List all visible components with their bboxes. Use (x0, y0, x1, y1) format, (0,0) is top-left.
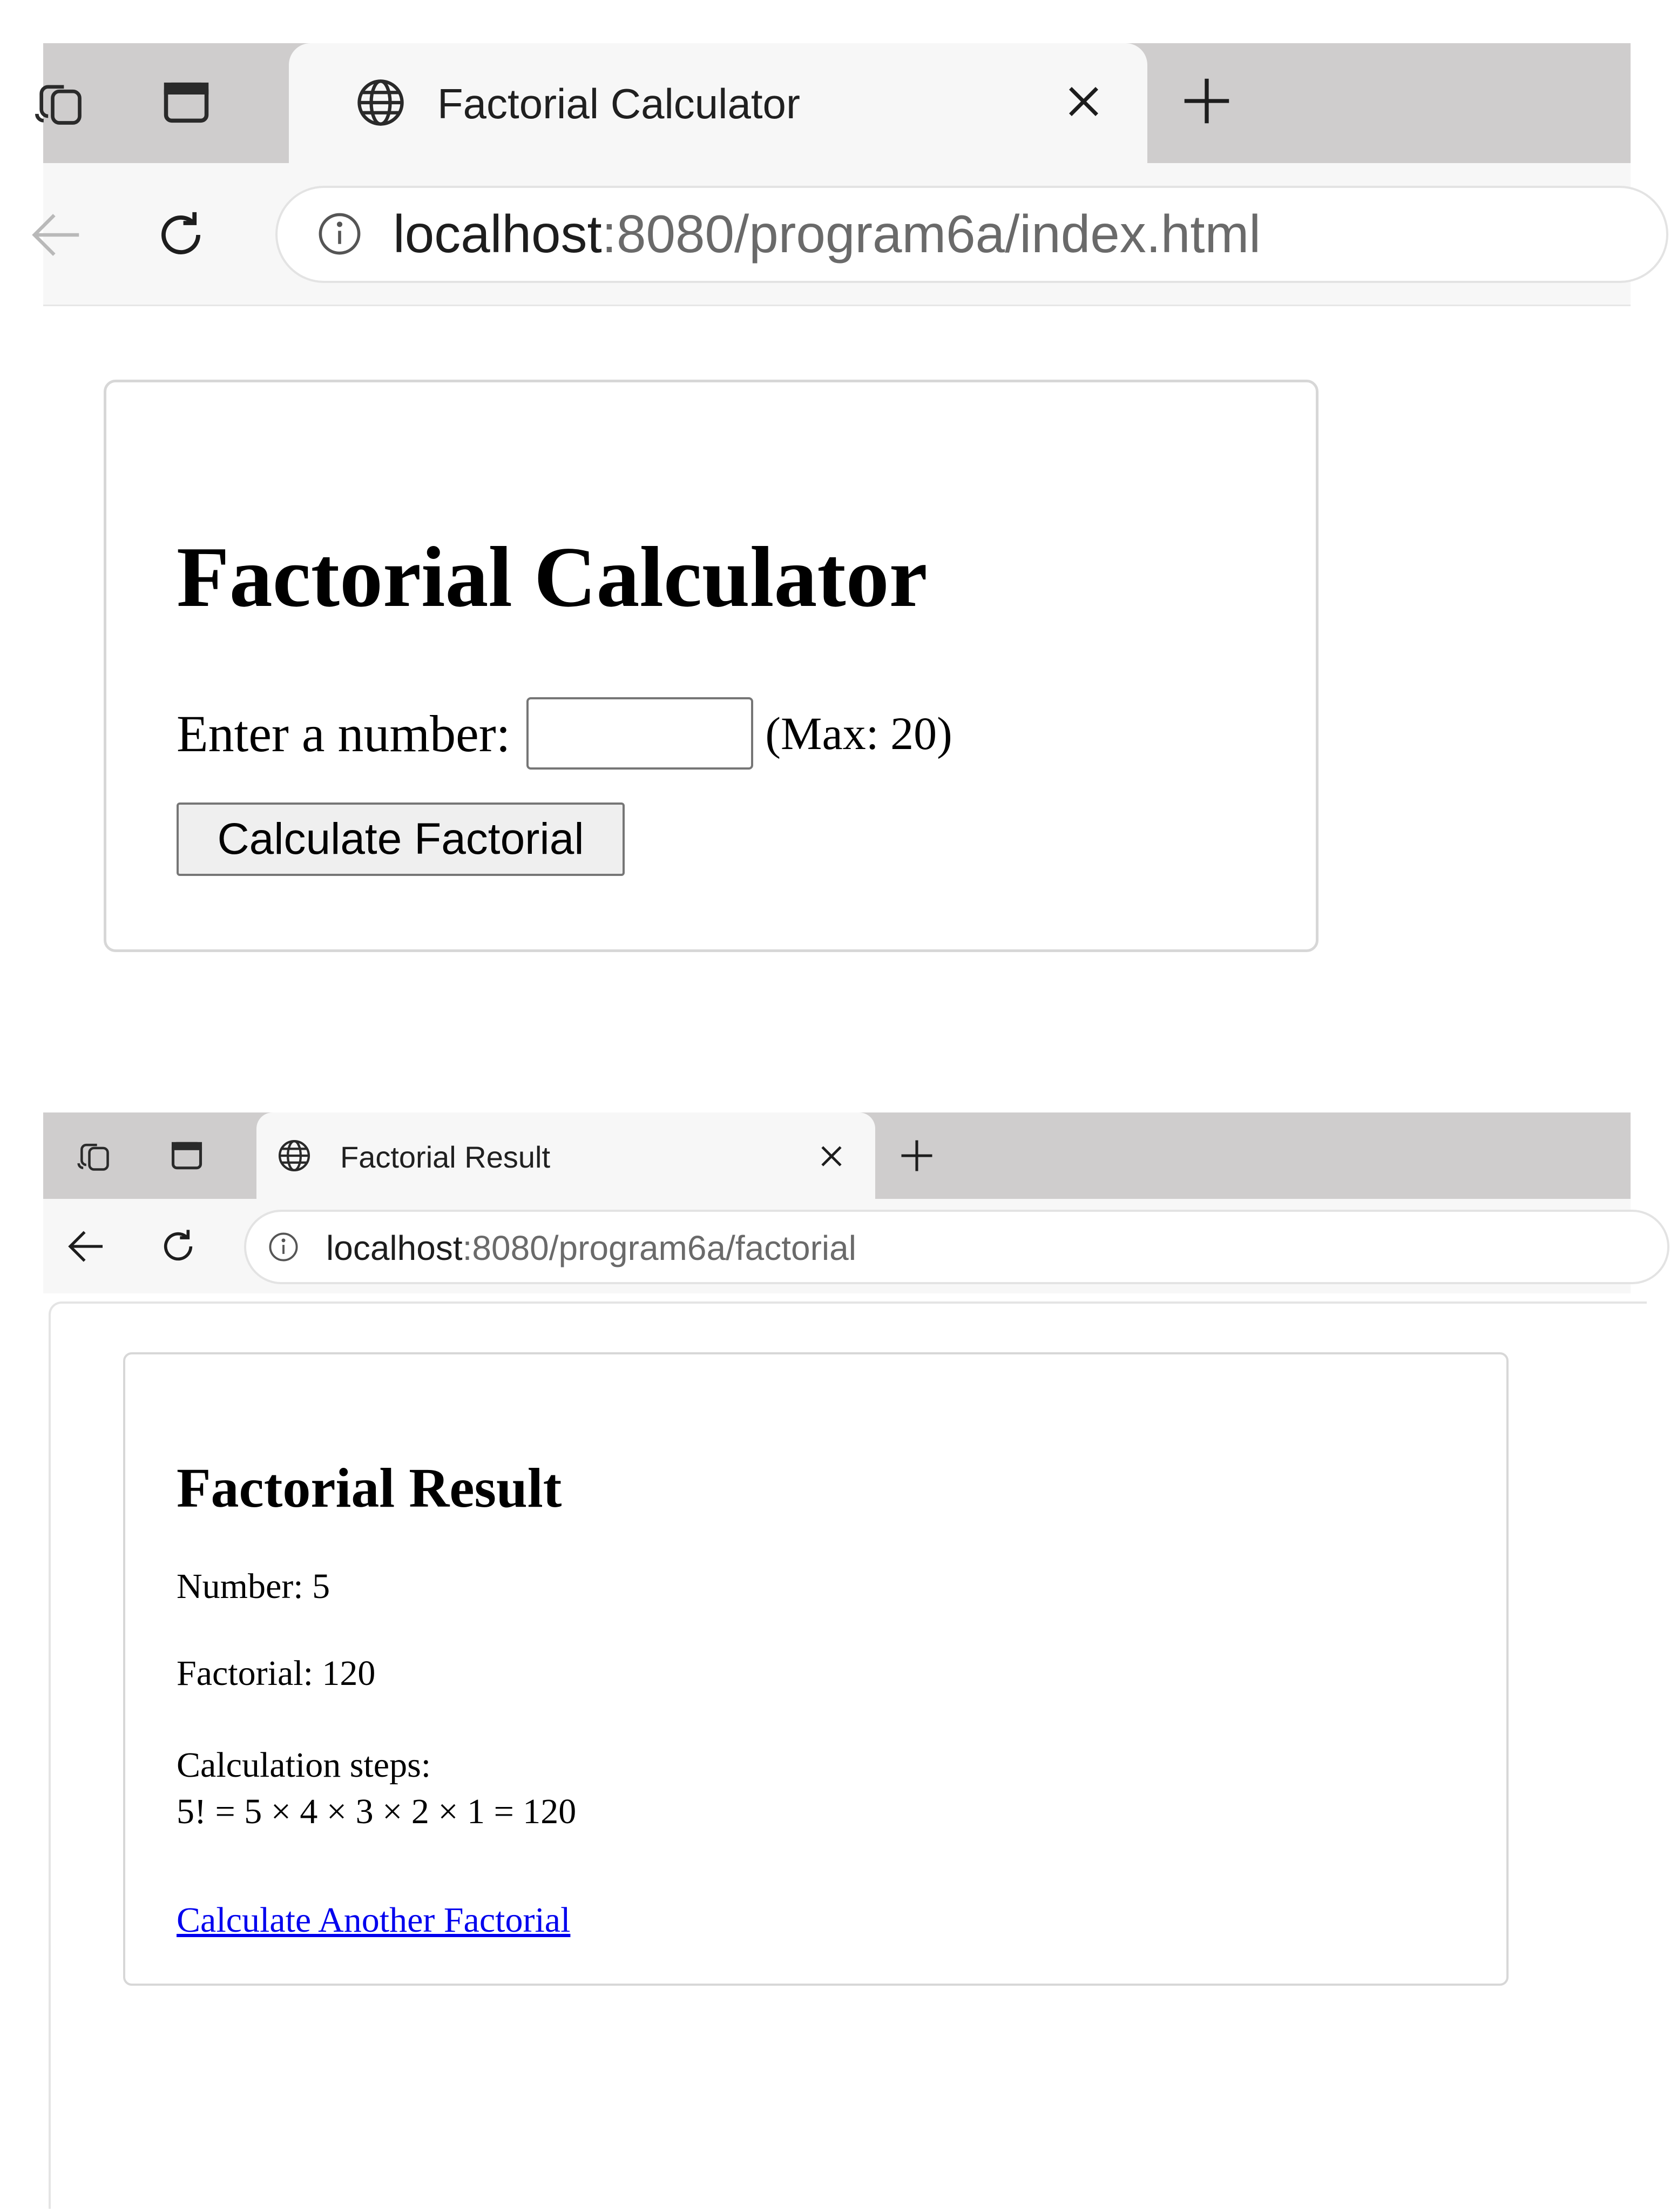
tab-actions-icon[interactable] (159, 76, 213, 130)
number-form-row: Enter a number: (Max: 20) (177, 696, 952, 771)
workspaces-icon[interactable] (32, 76, 86, 130)
url-host: localhost (393, 204, 602, 264)
number-line: Number: 5 (177, 1567, 330, 1606)
plus-icon[interactable] (896, 1135, 937, 1176)
url-text: localhost:8080/program6a/index.html (393, 204, 1261, 264)
tab-strip: Factorial Result (43, 1112, 1631, 1210)
url-path: :8080/program6a/factorial (462, 1229, 856, 1267)
back-arrow-icon[interactable] (27, 205, 86, 265)
navigation-toolbar: localhost:8080/program6a/factorial (43, 1199, 1669, 1293)
factorial-line: Factorial: 120 (177, 1654, 376, 1693)
number-input[interactable] (526, 697, 754, 770)
workspaces-icon[interactable] (76, 1137, 112, 1174)
result-card: Factorial Result Number: 5 Factorial: 12… (123, 1352, 1509, 1986)
calculator-browser-window: Factorial Calculator localhost:8080/prog… (32, 43, 1668, 972)
tab-factorial-calculator[interactable]: Factorial Calculator (289, 43, 1147, 178)
max-hint: (Max: 20) (765, 707, 952, 759)
tab-title: Factorial Result (340, 1140, 551, 1174)
tab-strip: Factorial Calculator (35, 43, 1631, 178)
tab-factorial-result[interactable]: Factorial Result (256, 1112, 875, 1210)
calculate-factorial-button[interactable]: Calculate Factorial (177, 802, 625, 876)
address-bar[interactable]: localhost:8080/program6a/factorial (244, 1210, 1669, 1284)
close-icon[interactable] (816, 1141, 847, 1172)
calculate-another-link[interactable]: Calculate Another Factorial (177, 1897, 570, 1944)
reload-icon[interactable] (157, 1225, 200, 1268)
url-text: localhost:8080/program6a/factorial (326, 1228, 856, 1268)
plus-icon[interactable] (1177, 71, 1236, 131)
globe-icon (276, 1137, 313, 1174)
steps-formula: 5! = 5 × 4 × 3 × 2 × 1 = 120 (177, 1792, 577, 1831)
address-bar[interactable]: localhost:8080/program6a/index.html (275, 186, 1668, 283)
steps-label: Calculation steps: (177, 1745, 431, 1785)
url-path: :8080/program6a/index.html (601, 204, 1261, 264)
info-icon[interactable] (315, 210, 364, 258)
page-title: Factorial Result (177, 1457, 562, 1519)
info-icon[interactable] (267, 1230, 300, 1264)
back-arrow-icon[interactable] (65, 1225, 108, 1268)
calculator-card: Factorial Calculator Enter a number: (Ma… (104, 380, 1318, 952)
number-label: Enter a number: (177, 704, 511, 763)
url-host: localhost (326, 1229, 463, 1267)
tab-title: Factorial Calculator (437, 80, 800, 127)
globe-icon (354, 76, 408, 130)
result-browser-window: Factorial Result localhost:8080/program6… (43, 1112, 1669, 2209)
reload-icon[interactable] (151, 205, 211, 265)
page-title: Factorial Calculator (177, 529, 928, 625)
navigation-toolbar: localhost:8080/program6a/index.html (32, 163, 1668, 306)
close-icon[interactable] (1061, 79, 1106, 124)
tab-actions-icon[interactable] (168, 1137, 205, 1174)
